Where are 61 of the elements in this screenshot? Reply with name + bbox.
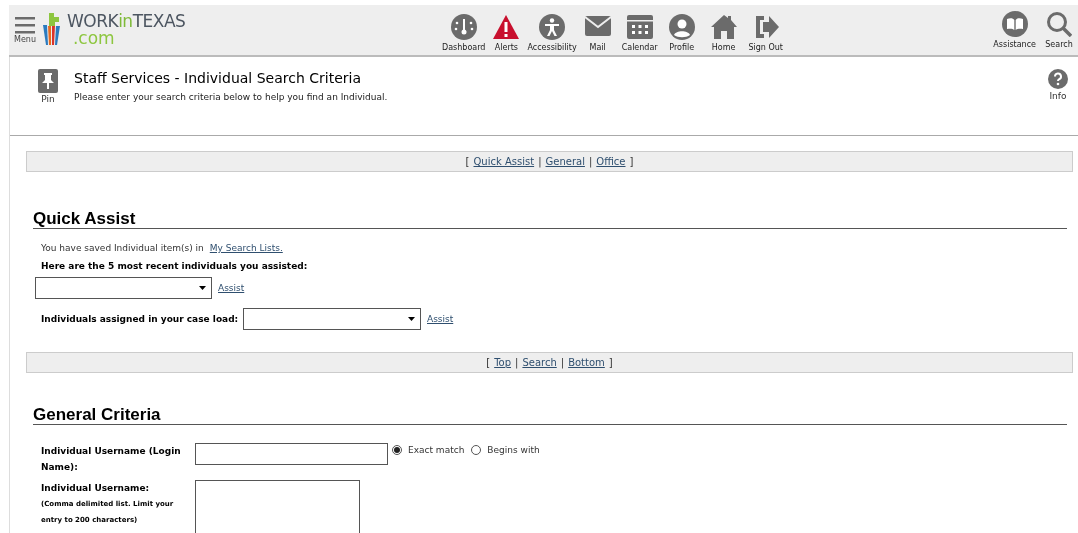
separator: | bbox=[560, 357, 565, 368]
info-label: Info bbox=[1049, 91, 1067, 101]
username-list-textarea[interactable] bbox=[195, 480, 360, 533]
page-description: Please enter your search criteria below to help you find an Individual. bbox=[74, 92, 389, 102]
toolbar-item[interactable]: Dashboard bbox=[442, 8, 486, 52]
field-label: Individual Username (Login Name): bbox=[41, 445, 182, 474]
jump-link[interactable]: Top bbox=[494, 357, 512, 368]
section-heading: Quick Assist bbox=[33, 210, 137, 228]
caseload-label: Individuals assigned in your case load: bbox=[41, 314, 237, 324]
search-lists-link[interactable]: My Search Lists. bbox=[209, 243, 283, 253]
calendar-icon bbox=[626, 14, 653, 40]
assist-link[interactable]: Assist bbox=[427, 314, 454, 324]
toolbar-item[interactable]: Mail bbox=[576, 8, 619, 52]
saved-items-text: You have saved Individual item(s) in bbox=[41, 243, 204, 253]
dropdown[interactable] bbox=[35, 277, 212, 299]
separator: | bbox=[588, 156, 593, 167]
bracket: ] bbox=[608, 357, 613, 368]
section-heading: General Criteria bbox=[33, 406, 162, 424]
pin-label: Pin bbox=[41, 94, 55, 104]
caret-icon bbox=[199, 286, 206, 290]
toolbar-item[interactable]: Accessibility bbox=[527, 8, 577, 52]
caret-icon bbox=[408, 317, 415, 321]
house-icon bbox=[710, 14, 737, 40]
accessibility-icon bbox=[539, 14, 566, 40]
separator: | bbox=[515, 357, 519, 368]
toolbar-item[interactable]: Profile bbox=[660, 8, 703, 52]
jump-link[interactable]: Search bbox=[522, 357, 557, 368]
logo-domain: .com bbox=[72, 30, 116, 47]
toolbar-item[interactable]: Home bbox=[702, 8, 745, 52]
radio-option[interactable]: Begins with bbox=[471, 445, 540, 455]
search-icon bbox=[1046, 11, 1072, 37]
assist-link[interactable]: Assist bbox=[218, 283, 245, 293]
jump-link[interactable]: Office bbox=[596, 156, 626, 167]
logo-text: WORKinTEXAS bbox=[66, 13, 186, 30]
jump-link[interactable]: General bbox=[545, 156, 585, 167]
user-icon bbox=[668, 14, 695, 40]
recent-label: Here are the 5 most recent individuals you assisted: bbox=[41, 261, 309, 271]
menu-button[interactable]: Menu bbox=[14, 16, 36, 44]
toolbar-item[interactable]: Assistance bbox=[993, 11, 1036, 49]
jump-link[interactable]: Quick Assist bbox=[473, 156, 535, 167]
book-icon bbox=[1001, 11, 1028, 37]
gauge-icon bbox=[450, 14, 477, 40]
bracket: ] bbox=[629, 156, 634, 167]
pushpin-icon[interactable] bbox=[38, 69, 58, 93]
bracket: [ bbox=[465, 156, 470, 167]
toolbar-item[interactable]: Alerts bbox=[485, 8, 528, 52]
warning-icon bbox=[492, 14, 521, 40]
toolbar-item[interactable]: Sign Out bbox=[744, 8, 787, 52]
menu-icon bbox=[15, 16, 35, 34]
page-title: Staff Services - Individual Search Criteria bbox=[74, 69, 362, 87]
radio-option[interactable]: Exact match bbox=[392, 445, 465, 455]
help-icon[interactable] bbox=[1048, 69, 1068, 89]
toolbar-item[interactable]: Calendar bbox=[618, 8, 661, 52]
dropdown[interactable] bbox=[243, 308, 421, 330]
separator: | bbox=[538, 156, 542, 167]
logo[interactable]: WORKinTEXAS .com bbox=[41, 13, 186, 47]
username-input[interactable] bbox=[195, 443, 388, 465]
bracket: [ bbox=[486, 357, 491, 368]
toolbar-item[interactable]: Search bbox=[1040, 11, 1078, 49]
jump-link[interactable]: Bottom bbox=[568, 357, 605, 368]
field-label: Individual Username: bbox=[41, 482, 151, 495]
